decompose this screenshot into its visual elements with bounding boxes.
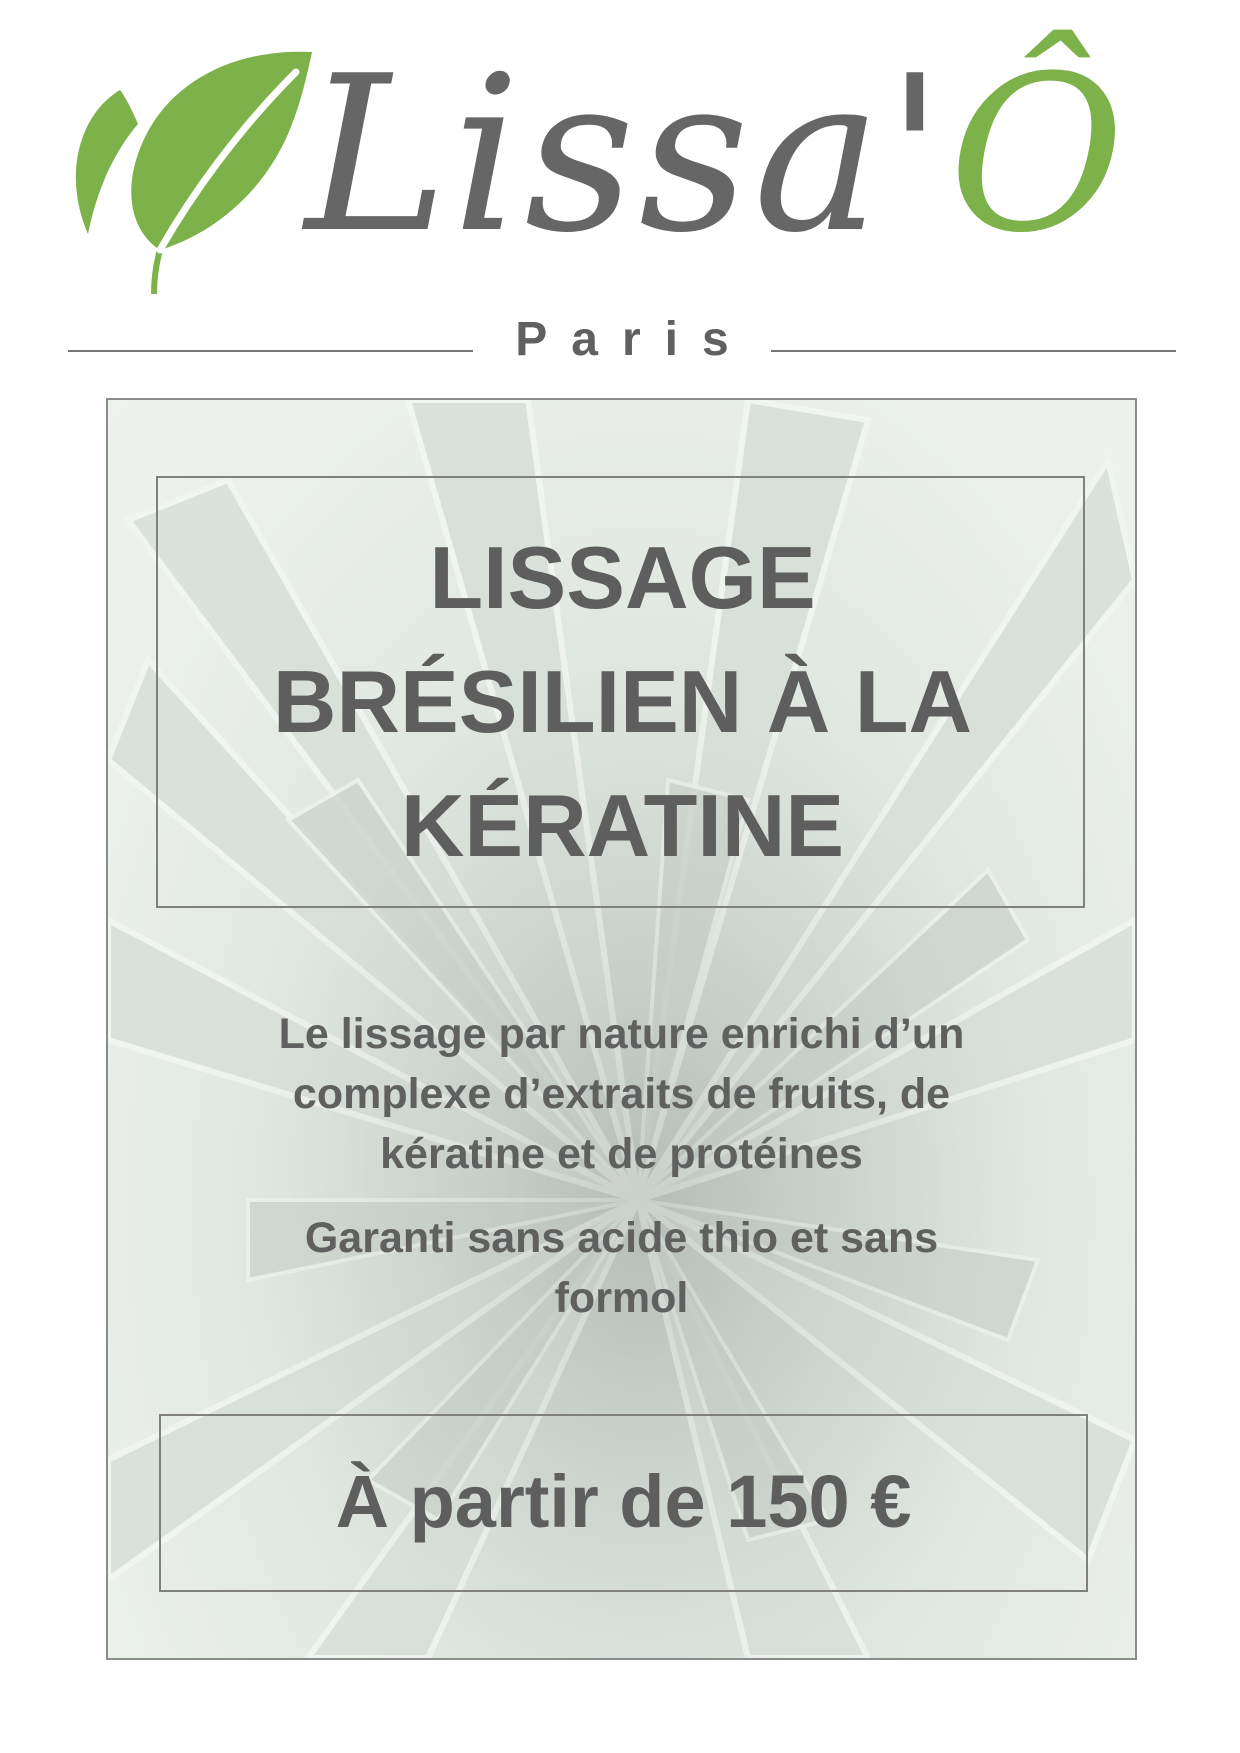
description-line-2: complexe d’extraits de fruits, de	[292, 1070, 951, 1118]
price-box: À partir de 150 €	[159, 1414, 1088, 1592]
service-title: LISSAGE BRÉSILIEN À LA KÉRATINE	[158, 516, 1087, 888]
poster-panel: LISSAGE BRÉSILIEN À LA KÉRATINE Le lissa…	[106, 398, 1137, 1660]
guarantee-paragraph: Garanti sans acide thio et sans formol	[148, 1208, 1095, 1328]
brand-name-accent: Ô	[948, 29, 1129, 280]
description-line-1: Le lissage par nature enrichi d’un	[278, 1010, 965, 1058]
title-line-2: BRÉSILIEN À LA	[272, 652, 973, 751]
description-paragraph: Le lissage par nature enrichi d’un compl…	[148, 1004, 1095, 1184]
price-label: À partir de 150 €	[335, 1460, 912, 1543]
city-row: Paris	[68, 300, 1176, 366]
title-box: LISSAGE BRÉSILIEN À LA KÉRATINE	[156, 476, 1085, 908]
description-line-3: kératine et de protéines	[380, 1130, 863, 1178]
title-line-3: KÉRATINE	[400, 776, 845, 875]
brand-name: Lissa'Ô	[305, 40, 1129, 270]
guarantee-line-1: Garanti sans acide thio et sans	[304, 1214, 939, 1262]
header: Lissa'Ô Paris	[0, 0, 1240, 380]
service-description: Le lissage par nature enrichi d’un compl…	[148, 1004, 1095, 1328]
guarantee-line-2: formol	[554, 1274, 689, 1322]
divider-left	[68, 350, 473, 352]
city-label: Paris	[515, 313, 753, 366]
title-line-1: LISSAGE	[429, 528, 816, 627]
divider-right	[771, 350, 1176, 352]
brand-name-main: Lissa'	[305, 29, 949, 280]
leaf-icon	[75, 51, 312, 294]
